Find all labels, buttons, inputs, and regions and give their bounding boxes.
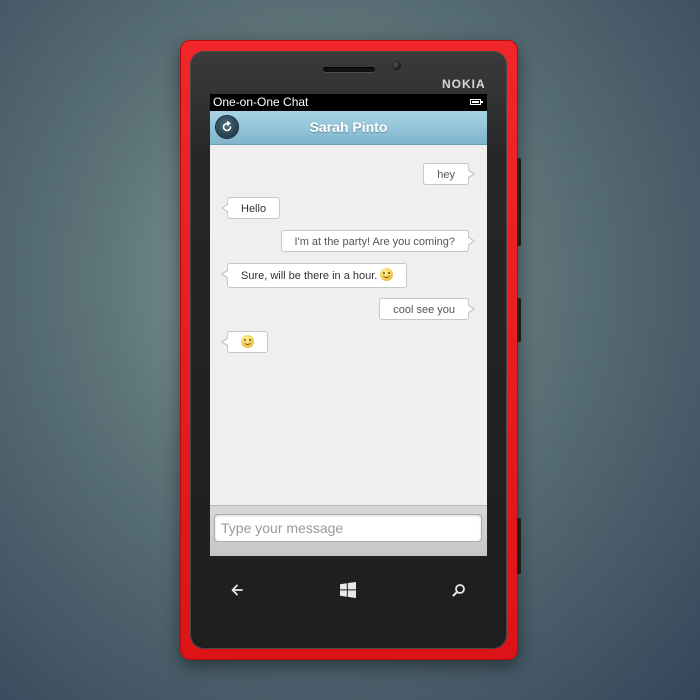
front-camera xyxy=(392,61,401,70)
battery-icon xyxy=(470,99,483,105)
message-bubble-incoming: Sure, will be there in a hour. xyxy=(220,263,408,288)
phone-frame: NOKIA One-on-One Chat Sarah Pinto hey He… xyxy=(180,40,521,660)
volume-button xyxy=(517,158,521,246)
message-bubble-outgoing: cool see you xyxy=(379,298,475,320)
windows-icon[interactable] xyxy=(339,581,357,599)
screen: One-on-One Chat Sarah Pinto hey Hello I'… xyxy=(210,94,487,556)
status-bar: One-on-One Chat xyxy=(210,94,487,111)
windows-nav-bar xyxy=(190,571,507,611)
composer-bar xyxy=(210,505,487,556)
message-input[interactable] xyxy=(214,514,482,542)
message-text: hey xyxy=(437,169,455,181)
app-title: One-on-One Chat xyxy=(213,95,309,109)
smiley-icon xyxy=(241,335,254,348)
message-text: Hello xyxy=(241,203,267,215)
message-list: hey Hello I'm at the party! Are you comi… xyxy=(210,145,487,506)
contact-name: Sarah Pinto xyxy=(309,119,388,135)
message-text: Sure, will be there in a hour. xyxy=(241,270,378,282)
search-icon[interactable] xyxy=(452,583,466,597)
brand-logo: NOKIA xyxy=(442,77,486,91)
camera-button xyxy=(517,518,521,574)
smiley-icon xyxy=(380,268,394,281)
message-bubble-outgoing: hey xyxy=(423,163,475,185)
message-bubble-incoming xyxy=(221,331,268,353)
message-bubble-outgoing: I'm at the party! Are you coming? xyxy=(280,230,476,252)
power-button xyxy=(517,298,521,342)
message-text: I'm at the party! Are you coming? xyxy=(294,236,455,248)
arrow-left-icon[interactable] xyxy=(230,583,244,597)
message-text: cool see you xyxy=(393,304,455,316)
message-bubble-incoming: Hello xyxy=(220,197,281,219)
phone-face: NOKIA One-on-One Chat Sarah Pinto hey He… xyxy=(190,51,507,649)
earpiece-speaker xyxy=(323,67,375,72)
chat-header: Sarah Pinto xyxy=(210,111,487,145)
